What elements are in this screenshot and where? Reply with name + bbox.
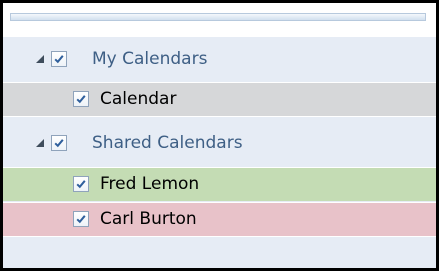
fred-lemon-label: Fred Lemon	[100, 174, 200, 194]
calendar-checkbox[interactable]	[73, 91, 89, 107]
checkmark-icon	[76, 95, 86, 104]
calendar-navigation-panel: My Calendars Calendar Shared Calendars F…	[0, 0, 439, 271]
carl-burton-label: Carl Burton	[100, 209, 197, 229]
row-divider	[3, 236, 436, 237]
my-calendars-group-header[interactable]: My Calendars	[3, 43, 436, 76]
top-resize-bar[interactable]	[10, 13, 426, 21]
carl-burton-checkbox[interactable]	[73, 211, 89, 227]
shared-calendars-label: Shared Calendars	[92, 133, 243, 153]
checkmark-icon	[54, 139, 64, 148]
panel-top-strip	[3, 3, 436, 37]
checkmark-icon	[76, 180, 86, 189]
shared-calendars-group-header[interactable]: Shared Calendars	[3, 127, 436, 160]
my-calendars-label: My Calendars	[92, 49, 208, 69]
row-divider	[3, 116, 436, 117]
checkmark-icon	[54, 55, 64, 64]
shared-calendars-checkbox[interactable]	[51, 135, 67, 151]
calendar-item-calendar[interactable]: Calendar	[3, 83, 436, 116]
calendar-item-carl-burton[interactable]: Carl Burton	[3, 203, 436, 236]
checkmark-icon	[76, 215, 86, 224]
collapse-triangle-icon[interactable]	[36, 139, 44, 147]
calendar-item-fred-lemon[interactable]: Fred Lemon	[3, 168, 436, 201]
calendar-label: Calendar	[100, 89, 177, 109]
my-calendars-checkbox[interactable]	[51, 51, 67, 67]
calendar-list-pane: My Calendars Calendar Shared Calendars F…	[3, 37, 436, 268]
collapse-triangle-icon[interactable]	[36, 55, 44, 63]
fred-lemon-checkbox[interactable]	[73, 176, 89, 192]
